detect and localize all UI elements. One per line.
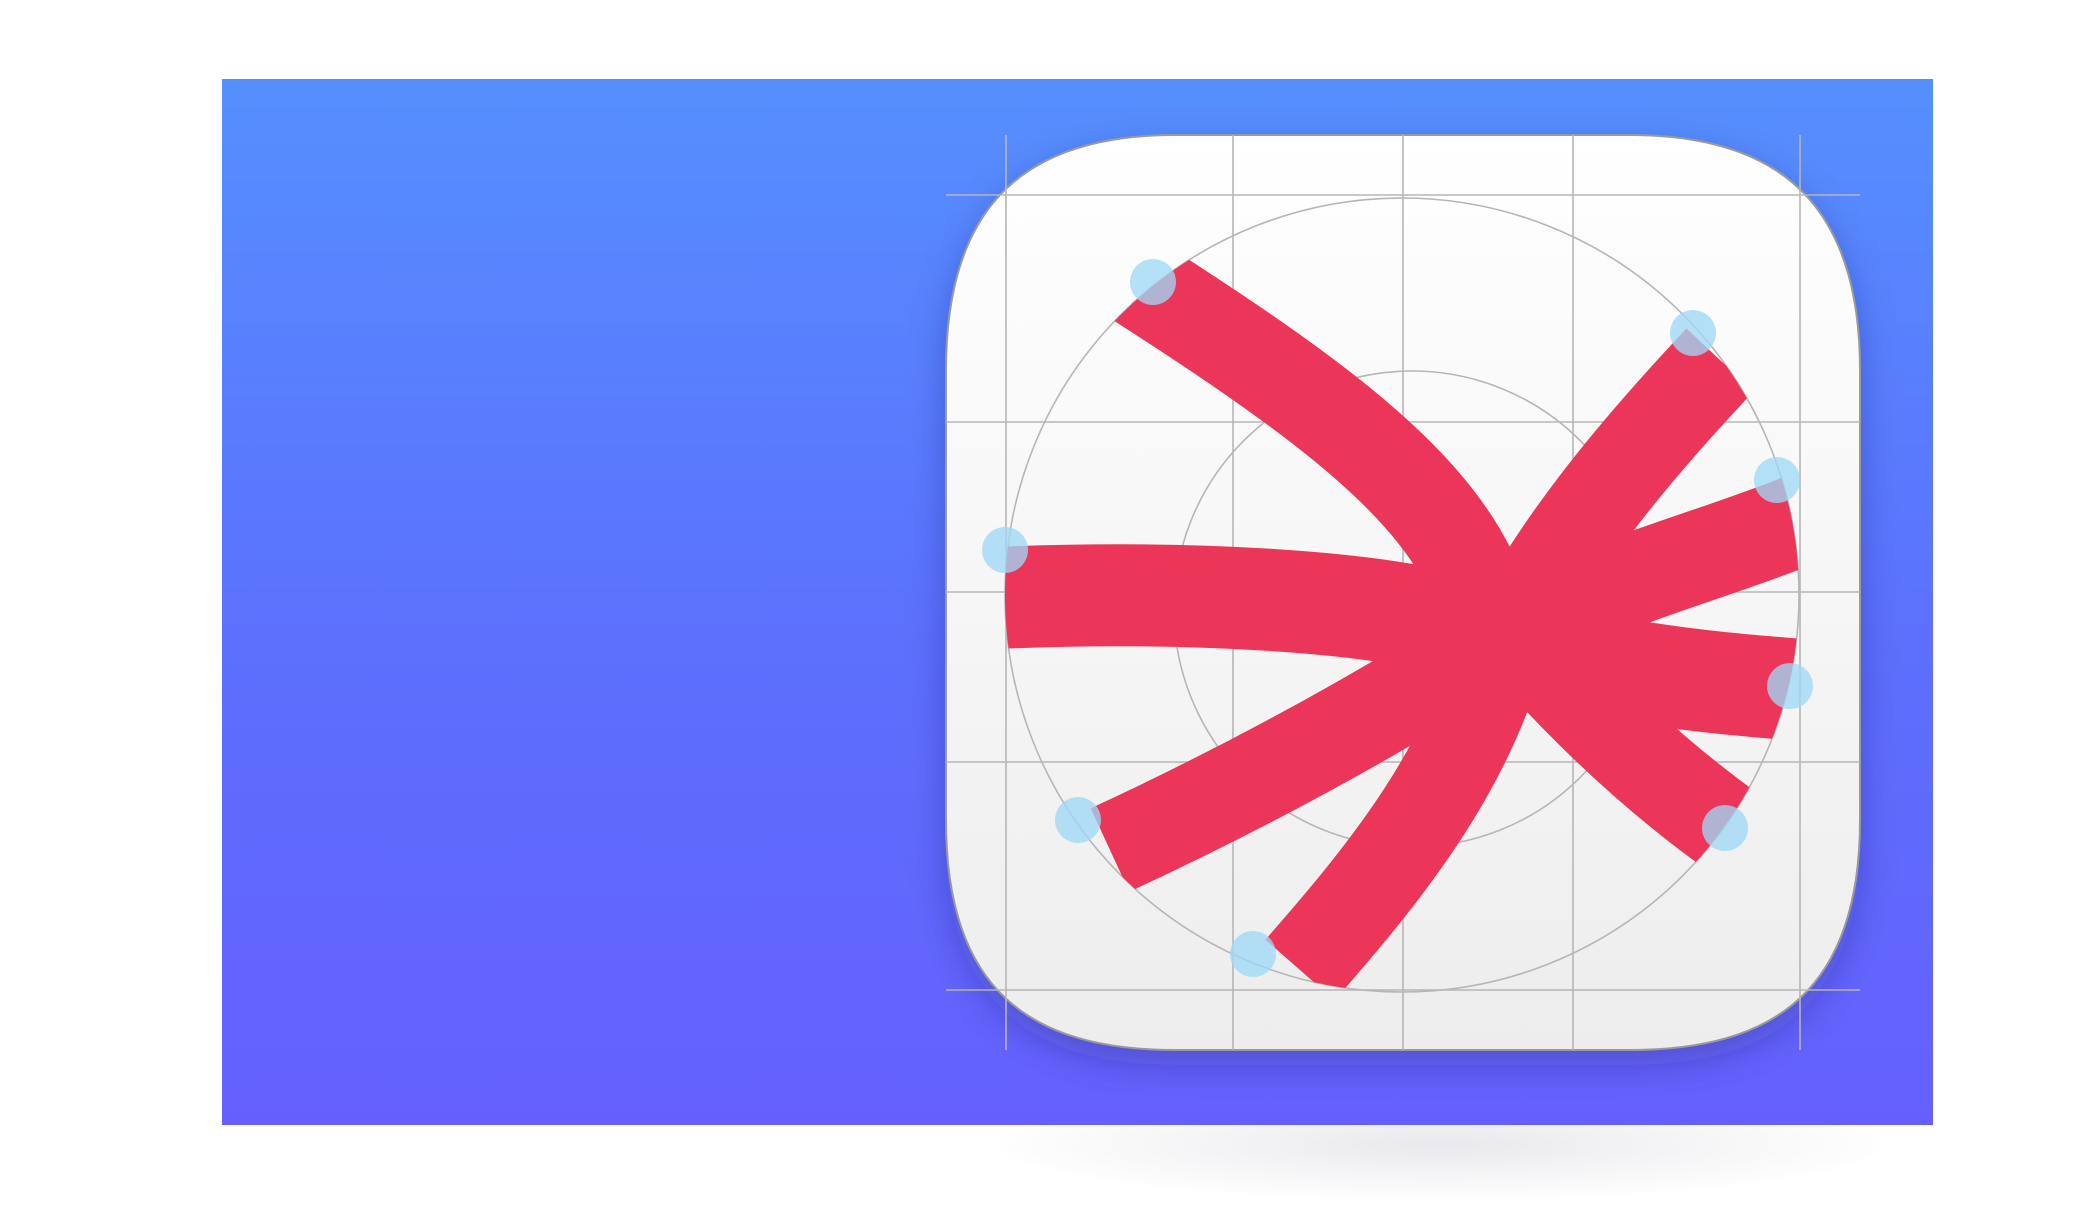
app-icon-template-diagram [945,134,1861,1051]
control-point[interactable] [1702,805,1748,851]
control-point[interactable] [1130,259,1176,305]
control-point[interactable] [1055,797,1101,843]
control-point[interactable] [1754,457,1800,503]
control-point[interactable] [1767,663,1813,709]
control-point[interactable] [1230,931,1276,977]
control-point[interactable] [982,527,1028,573]
canvas [0,0,2088,1225]
control-point[interactable] [1670,310,1716,356]
